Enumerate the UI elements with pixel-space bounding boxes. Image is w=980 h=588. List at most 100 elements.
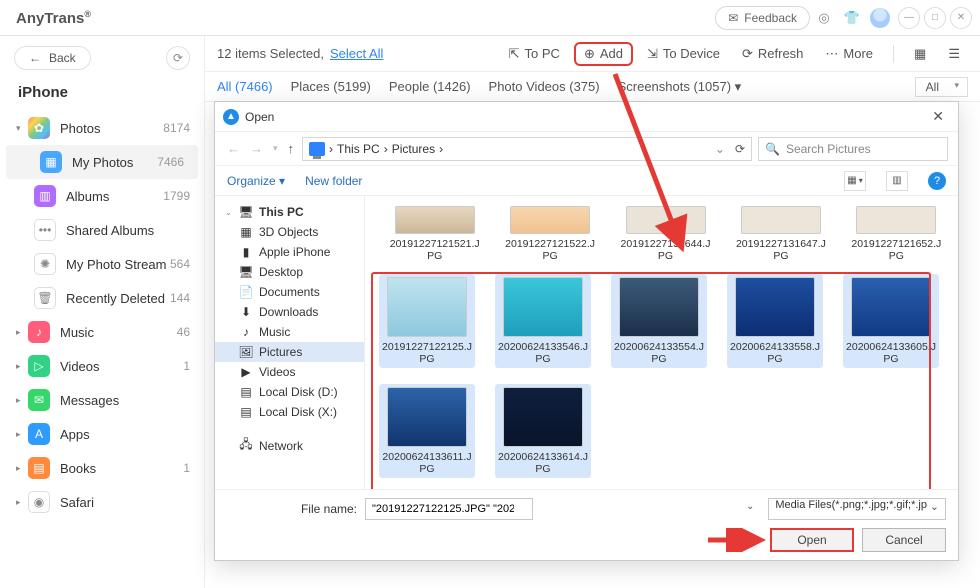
sync-icon[interactable]: ◎	[810, 4, 838, 32]
photo-stream-icon: ✺	[34, 253, 56, 275]
refresh-button[interactable]: ⟳Refresh	[734, 43, 811, 65]
tree-item[interactable]: 📄Documents	[215, 282, 364, 302]
tab[interactable]: Photo Videos (375)	[489, 79, 600, 94]
monitor-icon	[309, 142, 325, 156]
help-icon[interactable]: ?	[928, 172, 946, 190]
file-thumbnail[interactable]: 20191227122125.JPG	[379, 274, 475, 368]
plus-circle-icon: ⊕	[584, 46, 595, 62]
new-folder-button[interactable]: New folder	[305, 174, 362, 188]
tree-item[interactable]: ⬇Downloads	[215, 302, 364, 322]
sidebar-item-music[interactable]: ▸♪Music46	[0, 315, 204, 349]
back-button[interactable]: ← Back	[14, 46, 91, 70]
add-button[interactable]: ⊕Add	[574, 42, 633, 66]
shirt-icon[interactable]: 👕	[838, 4, 866, 32]
nav-up-button[interactable]: ↑	[286, 141, 297, 156]
file-thumbnail[interactable]: 20200624133558.JPG	[727, 274, 823, 368]
tree-item[interactable]: 🖥Desktop	[215, 262, 364, 282]
tree-item[interactable]: 🖧Network	[215, 432, 364, 459]
grid-view-button[interactable]: ▦	[906, 43, 934, 65]
more-button[interactable]: ⋯More	[817, 43, 881, 65]
file-thumbnail[interactable]: 20191227131647.JPG	[733, 206, 828, 262]
file-name-input[interactable]	[365, 498, 533, 520]
preview-pane-button[interactable]: ▥	[886, 171, 908, 191]
chevron-icon: ▸	[16, 361, 28, 372]
feedback-button[interactable]: ✉ Feedback	[715, 6, 810, 30]
recently-deleted-icon: 🗑	[34, 287, 56, 309]
file-thumbnail[interactable]: 20200624133614.JPG	[495, 384, 591, 478]
to-device-button[interactable]: ⇲To Device	[639, 43, 728, 65]
sidebar-item-messages[interactable]: ▸✉Messages	[0, 383, 204, 417]
file-thumbnail[interactable]: 20191227121521.JPG	[387, 206, 482, 262]
file-name: 20191227131647.JPG	[733, 238, 828, 262]
window-close-button[interactable]: ✕	[950, 7, 972, 29]
tab[interactable]: Places (5199)	[291, 79, 371, 94]
list-view-button[interactable]: ☰	[940, 43, 968, 65]
tab[interactable]: People (1426)	[389, 79, 471, 94]
tree-item[interactable]: ▤Local Disk (X:)	[215, 402, 364, 422]
sidebar-item-count: 8174	[163, 121, 190, 135]
tree-item[interactable]: ▮Apple iPhone	[215, 242, 364, 262]
sidebar-item-label: Videos	[60, 359, 183, 374]
sidebar-item-label: Books	[60, 461, 183, 476]
file-type-filter[interactable]: Media Files(*.png;*.jpg;*.gif;*.jp	[768, 498, 946, 520]
sidebar-item-safari[interactable]: ▸◉Safari	[0, 485, 204, 519]
filter-dropdown[interactable]: All	[915, 77, 968, 97]
file-thumbnail[interactable]: 20200624133611.JPG	[379, 384, 475, 478]
chevron-down-icon[interactable]: ⌄	[715, 142, 725, 156]
tree-item[interactable]: ▦3D Objects	[215, 222, 364, 242]
view-mode-button[interactable]: ▦▾	[844, 171, 866, 191]
folder-tree[interactable]: ⌄🖥This PC▦3D Objects▮Apple iPhone🖥Deskto…	[215, 196, 365, 489]
sidebar-item-videos[interactable]: ▸▷Videos1	[0, 349, 204, 383]
sidebar-item-shared-albums[interactable]: •••Shared Albums	[0, 213, 204, 247]
sidebar-item-recently-deleted[interactable]: 🗑Recently Deleted144	[0, 281, 204, 315]
sidebar-item-my-photos[interactable]: ▦My Photos7466	[6, 145, 198, 179]
window-minimize-button[interactable]: —	[898, 7, 920, 29]
photos-icon: ✿	[28, 117, 50, 139]
back-label: Back	[49, 51, 76, 65]
sidebar-item-photo-stream[interactable]: ✺My Photo Stream564	[0, 247, 204, 281]
user-avatar[interactable]	[866, 4, 894, 32]
cancel-button[interactable]: Cancel	[862, 528, 946, 552]
window-maximize-button[interactable]: □	[924, 7, 946, 29]
file-name: 20200624133611.JPG	[382, 451, 472, 475]
sidebar-item-albums[interactable]: ▥Albums1799	[0, 179, 204, 213]
file-thumbnail[interactable]: 20200624133605.JPG	[843, 274, 939, 368]
refresh-icon: ⟳	[742, 46, 753, 62]
tree-item[interactable]: 🖼Pictures	[215, 342, 364, 362]
file-thumbnail[interactable]: 20191227131644.JPG	[618, 206, 713, 262]
tab[interactable]: All (7466)	[217, 79, 273, 94]
to-pc-button[interactable]: ⇱To PC	[501, 43, 568, 65]
tree-item[interactable]: ⌄🖥This PC	[215, 202, 364, 222]
file-thumbnail[interactable]: 20200624133546.JPG	[495, 274, 591, 368]
category-tabs: All (7466) Places (5199) People (1426) Phot…	[205, 72, 980, 102]
dialog-close-button[interactable]: ✕	[926, 108, 950, 125]
tree-item[interactable]: ♪Music	[215, 322, 364, 342]
app-dialog-icon: ▲	[223, 109, 239, 125]
sidebar-item-apps[interactable]: ▸AApps	[0, 417, 204, 451]
folder-icon: ⬇	[239, 305, 253, 319]
folder-icon: 🖥	[239, 205, 253, 219]
tree-item[interactable]: ▤Local Disk (D:)	[215, 382, 364, 402]
sidebar-refresh-button[interactable]: ⟳	[166, 46, 190, 70]
to-pc-icon: ⇱	[509, 46, 520, 62]
nav-back-button[interactable]: ←	[225, 141, 242, 156]
path-breadcrumb[interactable]: ›This PC›Pictures› ⌄ ⟳	[302, 137, 752, 161]
search-pictures-input[interactable]: 🔍 Search Pictures	[758, 137, 948, 161]
file-name: 20200624133554.JPG	[614, 341, 704, 365]
sidebar-item-books[interactable]: ▸▤Books1	[0, 451, 204, 485]
tree-item[interactable]: ▶Videos	[215, 362, 364, 382]
open-button[interactable]: Open	[770, 528, 854, 552]
chevron-icon: ▾	[16, 123, 28, 134]
file-thumbnail[interactable]: 20200624133554.JPG	[611, 274, 707, 368]
path-refresh-icon[interactable]: ⟳	[735, 142, 745, 156]
file-thumbnail[interactable]: 20191227121522.JPG	[502, 206, 597, 262]
sidebar-item-photos[interactable]: ▾✿Photos8174	[0, 111, 204, 145]
nav-recent-dropdown[interactable]: ▾	[271, 143, 280, 154]
file-grid[interactable]: 20191227121521.JPG 20191227121522.JPG 2019…	[365, 196, 958, 489]
organize-menu[interactable]: Organize ▾	[227, 174, 285, 188]
tab[interactable]: Screenshots (1057) ▾	[618, 79, 742, 95]
nav-forward-button[interactable]: →	[248, 141, 265, 156]
sidebar-item-label: My Photo Stream	[66, 257, 170, 272]
file-thumbnail[interactable]: 20191227121652.JPG	[849, 206, 944, 262]
select-all-link[interactable]: Select All	[330, 46, 383, 61]
